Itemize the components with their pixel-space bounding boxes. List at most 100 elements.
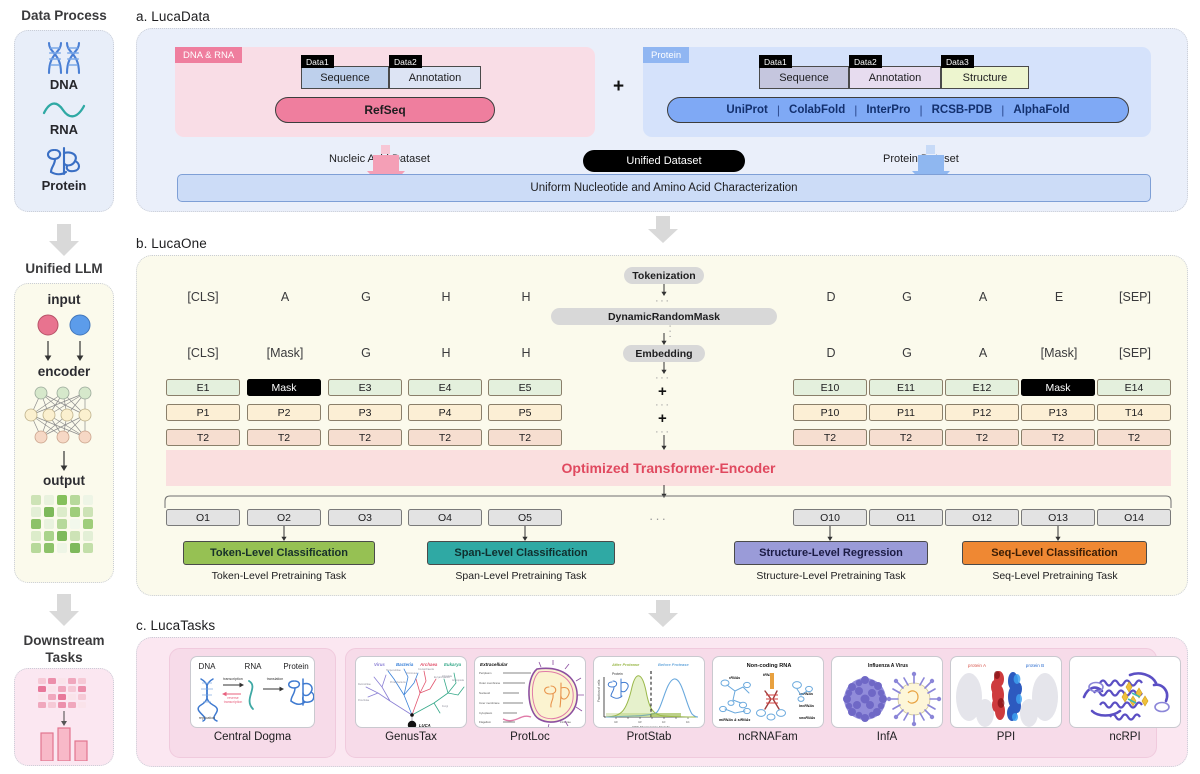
badge-dna-rna: DNA & RNA: [175, 47, 243, 63]
ncrpi-thumb[interactable]: [1069, 656, 1181, 728]
svg-text:protein B: protein B: [1026, 663, 1044, 668]
svg-text:snoRNAs: snoRNAs: [799, 716, 815, 720]
panel-a-to-b-arrow-icon: [645, 216, 681, 244]
token-raw-5: D: [826, 290, 836, 304]
svg-text:translation: translation: [267, 677, 284, 681]
task-arrow-token-icon: [279, 526, 289, 542]
pipe-plus-2: +: [658, 410, 667, 427]
svg-text:Outer membrane: Outer membrane: [479, 681, 501, 685]
panel-a-label: a. LucaData: [136, 9, 210, 24]
embedding-chip-5: E10: [793, 379, 867, 396]
output-chip-4: O5: [488, 509, 562, 526]
rail-title-data-process: Data Process: [21, 8, 107, 23]
cell-protein-structure: Structure: [941, 66, 1029, 89]
svg-text:FITC Fluorescence Intensity: FITC Fluorescence Intensity: [632, 725, 670, 728]
type-chip-7: T2: [945, 429, 1019, 446]
ppi-thumb[interactable]: protein A protein B: [950, 656, 1062, 728]
embedding-chip-2: E3: [328, 379, 402, 396]
database-uniprot[interactable]: UniProt: [717, 104, 777, 116]
task-caption-ncrpi: ncRPI: [1109, 731, 1141, 743]
token-masked-0: [CLS]: [187, 346, 219, 360]
pink-matrix-icon: [37, 677, 91, 711]
infa-thumb[interactable]: Influenza A Virus: [831, 656, 943, 728]
task-box-seq-level[interactable]: Seq-Level Classification: [962, 541, 1147, 565]
task-arrow-structure-icon: [825, 526, 835, 542]
output-chip-5: O10: [793, 509, 867, 526]
output-chip-0: O1: [166, 509, 240, 526]
cell-protein-annotation: Annotation: [849, 66, 941, 89]
stage-embedding: Embedding: [623, 345, 705, 362]
stage-dynamic-random-mask: DynamicRandomMask: [551, 308, 777, 325]
embedding-chip-4: E5: [488, 379, 562, 396]
genustax-thumb[interactable]: Virus Bacteria Archaea Eukarya LUCA Retr…: [355, 656, 467, 728]
svg-text:Protein: Protein: [612, 672, 623, 676]
dna-helix-icon: [41, 41, 87, 75]
position-chip-1: P2: [247, 404, 321, 421]
left-rail: Data Process DNA RNA Protein Unified LLM…: [0, 0, 128, 774]
svg-text:lncRNAs: lncRNAs: [799, 704, 814, 708]
token-raw-4: H: [521, 290, 531, 304]
tag-protein-data2: Data2: [849, 55, 882, 69]
svg-text:rRNAs: rRNAs: [729, 676, 740, 680]
rail-box-downstream-tasks: [14, 668, 114, 766]
svg-text:Periplasm: Periplasm: [479, 671, 492, 675]
token-raw-0: [CLS]: [187, 290, 219, 304]
protloc-thumb[interactable]: Extracellular Periplasm Outer membrane N…: [474, 656, 586, 728]
protein-database-pill[interactable]: UniProt | ColabFold | InterPro | RCSB-PD…: [667, 97, 1129, 123]
svg-text:Retroviridae: Retroviridae: [358, 683, 372, 686]
svg-text:10⁴: 10⁴: [662, 720, 666, 724]
down-arrow-single-icon: [54, 450, 74, 472]
task-box-token-level[interactable]: Token-Level Classification: [183, 541, 375, 565]
database-colabfold[interactable]: ColabFold: [780, 104, 854, 116]
svg-text:Protein: Protein: [283, 662, 308, 671]
central-dogma-thumb[interactable]: DNA RNA Protein replication transcriptio…: [190, 656, 315, 728]
token-raw-8: E: [1054, 290, 1064, 304]
embedding-chip-0: E1: [166, 379, 240, 396]
panel-b-lucaone: Tokenization ··· DynamicRandomMask ··· ·…: [136, 255, 1188, 596]
rail-box-unified-llm: input encoder output: [14, 283, 114, 583]
database-rcsb-pdb[interactable]: RCSB-PDB: [923, 104, 1002, 116]
task-caption-seq-level: Seq-Level Pretraining Task: [992, 570, 1118, 582]
svg-text:Fraction of cells: Fraction of cells: [597, 679, 601, 702]
task-box-span-level[interactable]: Span-Level Classification: [427, 541, 615, 565]
cell-nucleic-annotation: Annotation: [389, 66, 481, 89]
embedding-chip-7: E12: [945, 379, 1019, 396]
protstab-thumb[interactable]: After Protease Before Protease Fraction …: [593, 656, 705, 728]
svg-text:Eukarya: Eukarya: [444, 662, 462, 667]
task-caption-protloc: ProtLoc: [510, 731, 550, 743]
svg-text:Influenza A Virus: Influenza A Virus: [868, 663, 908, 669]
embedding-chip-1-mask: Mask: [247, 379, 321, 396]
position-chip-4: P5: [488, 404, 562, 421]
token-raw-3: H: [441, 290, 451, 304]
rail-title-unified-llm: Unified LLM: [25, 261, 103, 276]
task-caption-protstab: ProtStab: [626, 731, 672, 743]
rail-title-downstream-tasks: Downstream Tasks: [0, 633, 128, 667]
svg-text:Archaea: Archaea: [419, 662, 438, 667]
down-arrows-icon: [31, 340, 97, 362]
type-chip-2: T2: [328, 429, 402, 446]
plus-symbol: +: [613, 76, 625, 97]
type-chip-3: T2: [408, 429, 482, 446]
rail-label-rna: RNA: [49, 122, 79, 137]
svg-text:Fungi: Fungi: [442, 705, 448, 708]
svg-text:protein A: protein A: [968, 663, 987, 668]
output-chip-7: O12: [945, 509, 1019, 526]
task-box-structure-level[interactable]: Structure-Level Regression: [734, 541, 928, 565]
svg-text:Extracellular: Extracellular: [480, 662, 508, 667]
position-chip-2: P3: [328, 404, 402, 421]
token-masked-7: A: [978, 346, 988, 360]
position-chip-3: P4: [408, 404, 482, 421]
position-chip-9: T14: [1097, 404, 1171, 421]
ncrnafam-thumb[interactable]: Non-coding RNA rRNAs tRNAs snRNAs lncRNA…: [712, 656, 824, 728]
unified-dataset-chip: Unified Dataset: [583, 150, 745, 172]
panel-b-label: b. LucaOne: [136, 236, 207, 251]
task-caption-central-dogma: Central Dogma: [213, 731, 292, 743]
rail-arrow-2-icon: [46, 592, 82, 628]
database-alphafold[interactable]: AlphaFold: [1004, 104, 1078, 116]
embedding-chip-3: E4: [408, 379, 482, 396]
database-interpro[interactable]: InterPro: [857, 104, 919, 116]
token-masked-8: [Mask]: [1040, 346, 1078, 360]
database-refseq[interactable]: RefSeq: [275, 97, 495, 123]
cell-protein-sequence: Sequence: [759, 66, 849, 89]
token-masked-2: G: [361, 346, 371, 360]
